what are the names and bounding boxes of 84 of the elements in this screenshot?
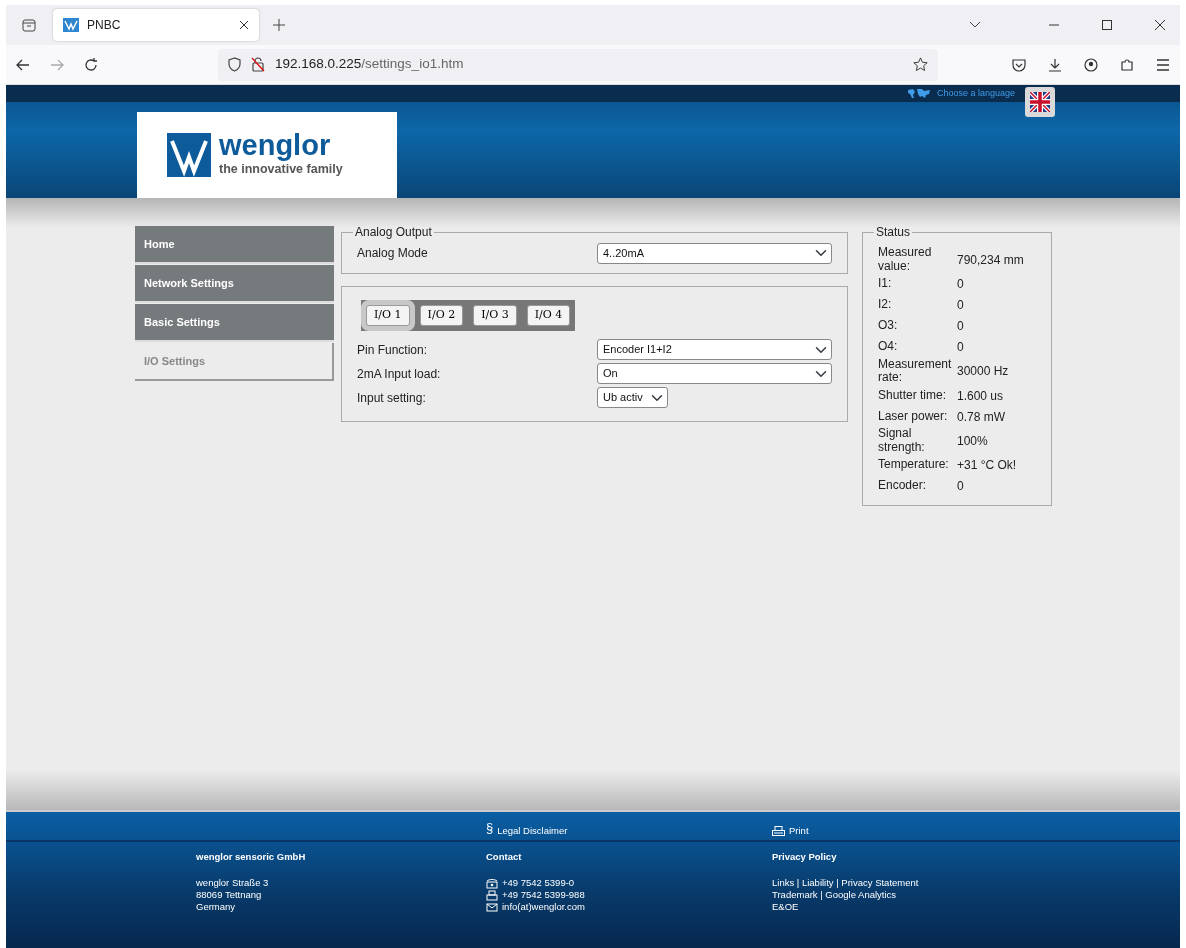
status-label: Shutter time:: [878, 388, 948, 403]
reload-icon[interactable]: [84, 57, 98, 72]
status-value: +31 °C Ok!: [957, 457, 1017, 475]
status-value: 790,234 mm: [957, 251, 1024, 269]
status-value: 0: [957, 478, 964, 496]
insecure-lock-icon: [251, 57, 265, 72]
print-link[interactable]: Print: [772, 825, 1180, 837]
field-label: Input setting:: [357, 389, 427, 407]
world-map-icon: [906, 88, 931, 99]
footer-text: E&OE: [772, 901, 800, 914]
footer-text: Germany: [196, 901, 237, 914]
field-label: 2mA Input load:: [357, 365, 442, 383]
brand-tagline: the innovative family: [219, 161, 343, 179]
status-label: O3:: [878, 319, 899, 333]
status-value: 0: [957, 318, 964, 336]
shield-icon: [228, 57, 241, 72]
tab-list-icon[interactable]: [21, 17, 37, 33]
panel-legend: Status: [874, 226, 913, 238]
status-label: O4:: [878, 340, 899, 354]
download-icon[interactable]: [1048, 57, 1062, 72]
field-label: Pin Function:: [357, 341, 429, 359]
footer-text: Links | Liability | Privacy Statement: [772, 877, 920, 890]
phone-icon: [486, 877, 498, 889]
status-label: Measurement rate:: [878, 357, 953, 386]
footer-heading: Contact: [486, 850, 523, 864]
status-label: Measured value:: [878, 246, 933, 274]
new-tab-icon[interactable]: [273, 19, 285, 31]
chevron-down-icon[interactable]: [969, 21, 981, 29]
status-value: 0: [957, 276, 964, 294]
status-value: 0: [957, 339, 964, 357]
status-label: I1:: [878, 277, 893, 291]
envelope-icon: [486, 901, 498, 913]
tab-title: PNBC: [87, 17, 122, 34]
maximize-icon[interactable]: [1102, 20, 1112, 30]
address-bar[interactable]: 192.168.0.225/settings_io1.htm: [218, 48, 938, 81]
footer-heading: Privacy Policy: [772, 850, 838, 864]
dropdown-select[interactable]: Ub activ: [597, 387, 668, 408]
footer-heading: wenglor sensoric GmbH: [196, 850, 307, 864]
status-label: Laser power:: [878, 409, 949, 424]
sidebar-item[interactable]: Network Settings: [135, 265, 334, 303]
browser-tab[interactable]: PNBC: [53, 9, 259, 41]
brand-name: wenglor: [219, 131, 332, 161]
status-value: 0.78 mW: [957, 408, 1005, 426]
footer-text: Trademark | Google Analytics: [772, 889, 898, 902]
status-label: Encoder:: [878, 479, 928, 494]
close-icon[interactable]: [239, 20, 249, 30]
sidebar-item[interactable]: Home: [135, 226, 334, 264]
footer-text: +49 7542 5399-0: [502, 877, 575, 890]
uk-flag-icon[interactable]: [1025, 87, 1055, 117]
account-icon[interactable]: [1084, 57, 1098, 72]
fax-icon: [486, 889, 498, 901]
status-label: I2:: [878, 298, 893, 312]
status-label: Signal strength:: [878, 427, 926, 455]
section-sign-icon: §: [486, 822, 494, 834]
favicon-icon: [63, 18, 79, 32]
choose-language-link[interactable]: Choose a language: [936, 86, 1015, 101]
io-tab[interactable]: I/O 3: [473, 305, 517, 326]
field-label: Analog Mode: [357, 245, 429, 262]
io-tab[interactable]: I/O 2: [419, 305, 464, 326]
url-text: 192.168.0.225/settings_io1.htm: [275, 55, 464, 74]
footer-text: info(at)wenglor.com: [502, 901, 585, 914]
pocket-icon[interactable]: [1012, 57, 1026, 72]
star-icon[interactable]: [913, 57, 928, 72]
dropdown-select[interactable]: On: [597, 363, 832, 384]
dropdown-select[interactable]: Encoder I1+I2: [597, 339, 832, 360]
status-value: 1.600 us: [957, 387, 1004, 405]
status-label: Temperature:: [878, 458, 950, 473]
footer-text: 88069 Tettnang: [196, 889, 263, 902]
back-arrow-icon[interactable]: [16, 58, 30, 71]
close-icon[interactable]: [1155, 20, 1165, 30]
menu-icon[interactable]: [1156, 58, 1170, 71]
status-value: 0: [957, 297, 964, 315]
panel-legend: Analog Output: [353, 226, 434, 238]
status-value: 30000 Hz: [957, 363, 1009, 381]
footer-text: wenglor Straße 3: [196, 877, 270, 890]
analog-mode-select[interactable]: 4..20mA: [597, 242, 832, 264]
sidebar-item[interactable]: Basic Settings: [135, 304, 334, 342]
legal-disclaimer-link[interactable]: § Legal Disclaimer: [486, 825, 772, 837]
status-value: 100%: [957, 433, 988, 450]
io-tab[interactable]: I/O 4: [526, 305, 571, 326]
logo-icon: [167, 133, 211, 177]
extensions-icon[interactable]: [1120, 57, 1134, 72]
footer-text: +49 7542 5399-988: [502, 889, 585, 902]
printer-icon: [772, 825, 785, 837]
